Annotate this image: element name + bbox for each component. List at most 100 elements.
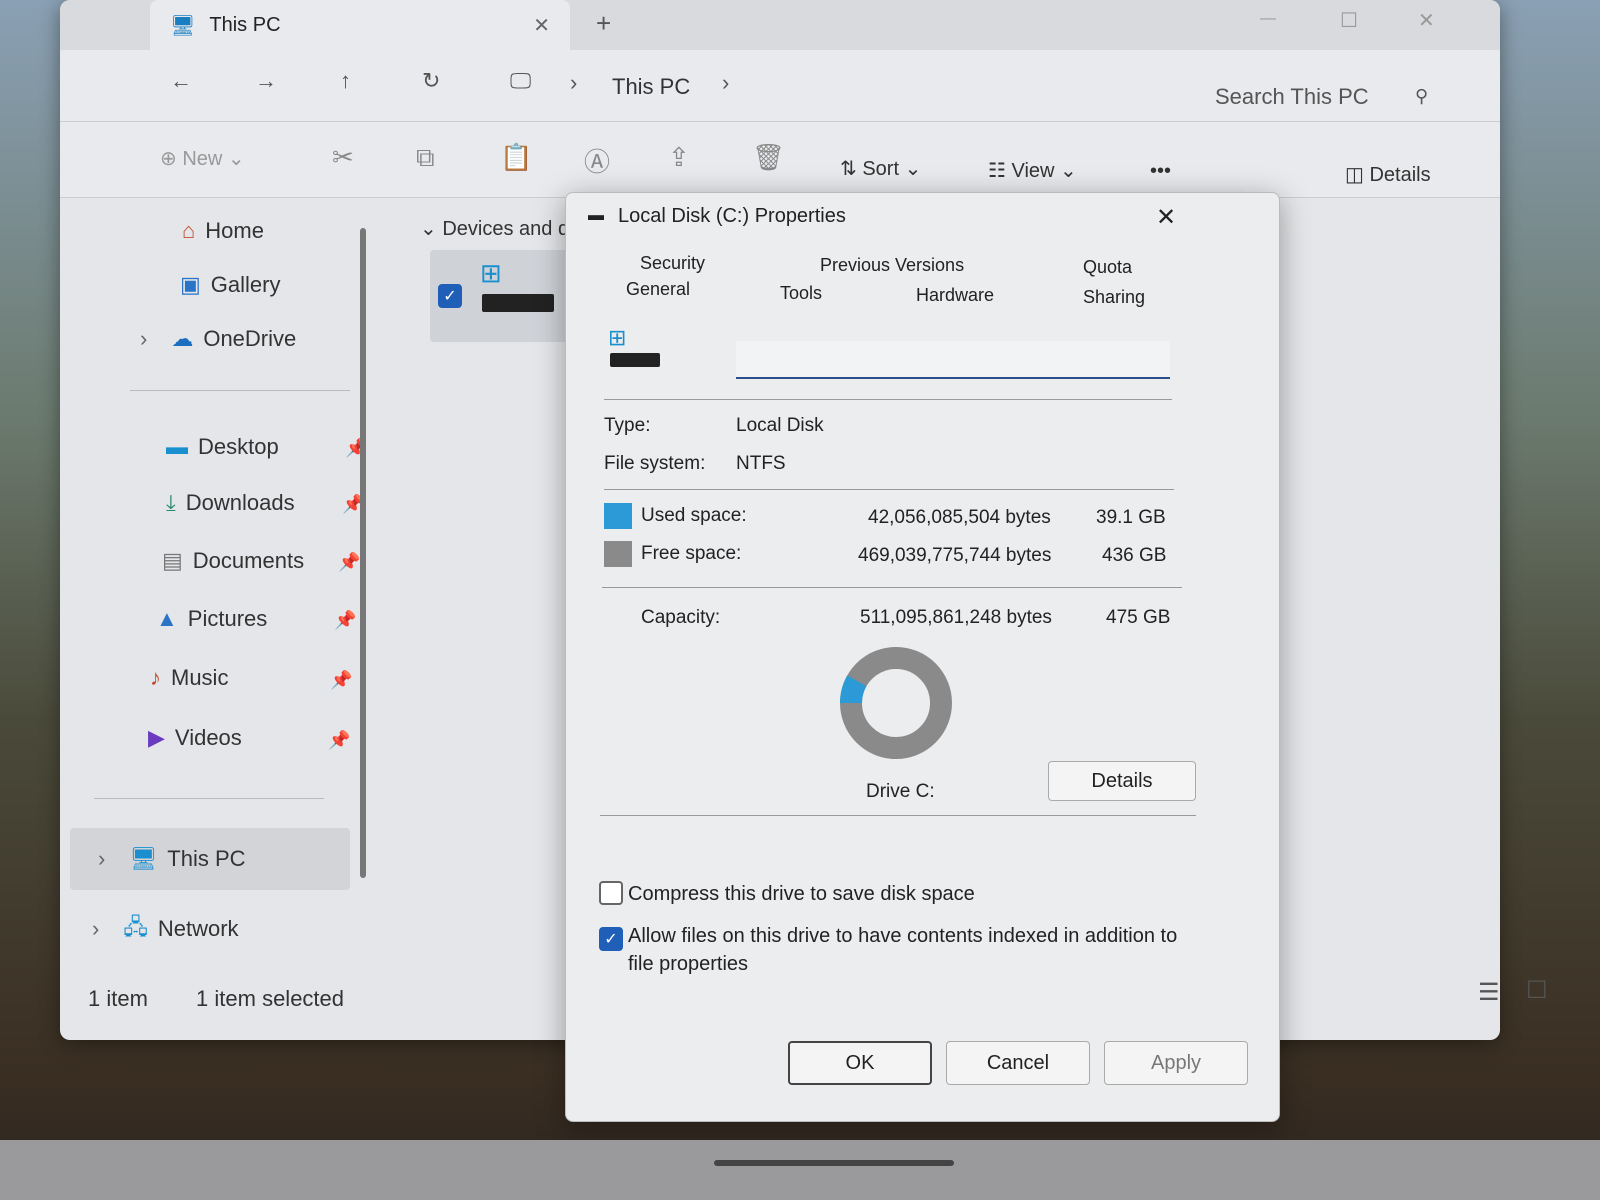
used-space-label: Used space: [641,505,747,526]
chevron-right-icon[interactable]: › [98,846,105,872]
home-indicator [714,1160,954,1166]
used-space-gb: 39.1 GB [1096,507,1166,528]
gallery-icon: ▣ [180,272,201,297]
capacity-gb: 475 GB [1106,607,1171,628]
disk-usage-donut [840,647,952,759]
sidebar-item-this-pc[interactable]: › 🖥 This PC [98,846,246,872]
up-arrow-icon[interactable]: ↑ [340,68,351,94]
pin-icon[interactable]: 📌 [330,670,352,691]
cloud-icon: ☁ [171,326,194,351]
chevron-right-icon[interactable]: › [140,326,147,352]
windows-logo-icon: ⊞ [480,258,502,288]
new-tab-button[interactable]: + [596,8,611,39]
sidebar-item-network[interactable]: › 🖧 Network [92,910,239,948]
tiles-view-icon[interactable]: ☐ [1526,976,1548,1005]
minimize-button[interactable]: — [1260,10,1276,28]
tab-this-pc[interactable]: 🖥 This PC ✕ [150,0,570,50]
divider [600,815,1196,816]
command-bar: ⊕ New ⌄ ✂ ⧉ 📋 Ⓐ ⇪ 🗑 ⇅ Sort ⌄ ☷ View ⌄ ••… [60,122,1500,198]
tab-general[interactable]: General [626,279,690,300]
status-bar: 1 item 1 item selected [88,986,344,1012]
apply-button[interactable]: Apply [1104,1041,1248,1085]
refresh-icon[interactable]: ↻ [422,68,440,94]
close-tab-icon[interactable]: ✕ [533,13,550,38]
sidebar-item-documents[interactable]: ▤ Documents [162,548,304,574]
tab-previous-versions[interactable]: Previous Versions [820,255,964,276]
home-icon: ⌂ [182,218,196,243]
index-checkbox[interactable]: ✓ [599,927,623,951]
rename-icon[interactable]: Ⓐ [584,142,610,179]
pictures-icon: ▲ [156,606,178,631]
details-pane-button[interactable]: ◫ Details [1345,162,1431,187]
cut-icon[interactable]: ✂ [332,142,354,173]
pin-icon[interactable]: 📌 [338,552,360,573]
group-header[interactable]: ⌄ Devices and d [420,216,569,241]
drive-icon [610,353,660,367]
delete-icon[interactable]: 🗑 [752,142,785,173]
divider [604,399,1172,400]
sidebar-item-pictures[interactable]: ▲ Pictures [156,606,267,632]
sidebar-item-desktop[interactable]: ▬ Desktop [166,434,279,460]
pin-icon[interactable]: 📌 [328,730,350,751]
filesystem-label: File system: [604,453,706,474]
index-label-continued: file properties [628,953,749,975]
tab-quota[interactable]: Quota [1083,257,1132,278]
scrollbar[interactable] [360,228,366,878]
list-view-icon[interactable]: ☰ [1478,978,1500,1007]
drive-name-input[interactable] [736,341,1170,379]
sidebar-item-videos[interactable]: ▶ Videos [148,725,242,751]
ok-button[interactable]: OK [788,1041,932,1085]
divider [94,798,324,799]
sidebar-item-label: Music [171,665,229,690]
free-space-ring [840,647,952,759]
tab-bar: 🖥 This PC ✕ + — ☐ ✕ [60,0,1500,50]
chevron-right-icon[interactable]: › [722,70,729,96]
back-arrow-icon[interactable]: ← [170,68,192,94]
sidebar-item-music[interactable]: ♪ Music [150,665,228,691]
new-button[interactable]: ⊕ New ⌄ [160,146,245,171]
sidebar-item-gallery[interactable]: ▣ Gallery [180,272,280,298]
tab-security[interactable]: Security [640,253,705,274]
copy-icon[interactable]: ⧉ [416,142,435,174]
pin-icon[interactable]: 📌 [334,610,356,631]
sidebar-item-label: Desktop [198,434,279,459]
divider [130,390,350,391]
tab-tools[interactable]: Tools [780,283,822,304]
sort-button[interactable]: ⇅ Sort ⌄ [840,156,921,181]
checkbox[interactable]: ✓ [438,284,462,308]
sidebar-item-onedrive[interactable]: › ☁ OneDrive [140,326,296,352]
sidebar-item-home[interactable]: ⌂ Home [182,218,264,244]
sidebar-item-downloads[interactable]: ⤓ Downloads [166,490,295,516]
free-space-label: Free space: [641,543,742,564]
sidebar-item-label: Videos [174,725,242,750]
maximize-button[interactable]: ☐ [1340,8,1358,33]
compress-checkbox[interactable] [599,881,623,905]
download-icon: ⤓ [166,490,176,515]
sidebar-item-label: This PC [167,846,246,871]
tab-sharing[interactable]: Sharing [1083,287,1145,308]
more-button[interactable]: ••• [1150,160,1171,183]
search-icon: ⚲ [1415,86,1429,106]
drive-tile[interactable]: ✓ ⊞ [430,250,570,342]
group-label: Devices and d [442,218,570,240]
free-space-swatch [604,541,632,567]
monitor-icon: 🖥 [170,14,196,37]
forward-arrow-icon[interactable]: → [255,68,277,94]
share-icon[interactable]: ⇪ [668,142,690,173]
disk-cleanup-details-button[interactable]: Details [1048,761,1196,801]
drive-label: Drive C: [866,781,935,802]
sidebar-item-label: OneDrive [203,326,297,351]
close-window-button[interactable]: ✕ [1418,8,1435,33]
view-button[interactable]: ☷ View ⌄ [988,158,1077,183]
search-input[interactable]: Search This PC [1215,84,1369,110]
tab-hardware[interactable]: Hardware [916,285,994,306]
drive-icon [482,294,554,312]
chevron-right-icon[interactable]: › [92,916,99,942]
desktop-icon: ▬ [166,434,188,459]
breadcrumb-this-pc[interactable]: This PC [612,74,690,100]
close-dialog-button[interactable]: ✕ [1156,203,1176,232]
properties-dialog: ▬ Local Disk (C:) Properties ✕ Security … [565,192,1280,1122]
chevron-right-icon: › [570,70,578,95]
paste-icon[interactable]: 📋 [500,142,532,173]
cancel-button[interactable]: Cancel [946,1041,1090,1085]
